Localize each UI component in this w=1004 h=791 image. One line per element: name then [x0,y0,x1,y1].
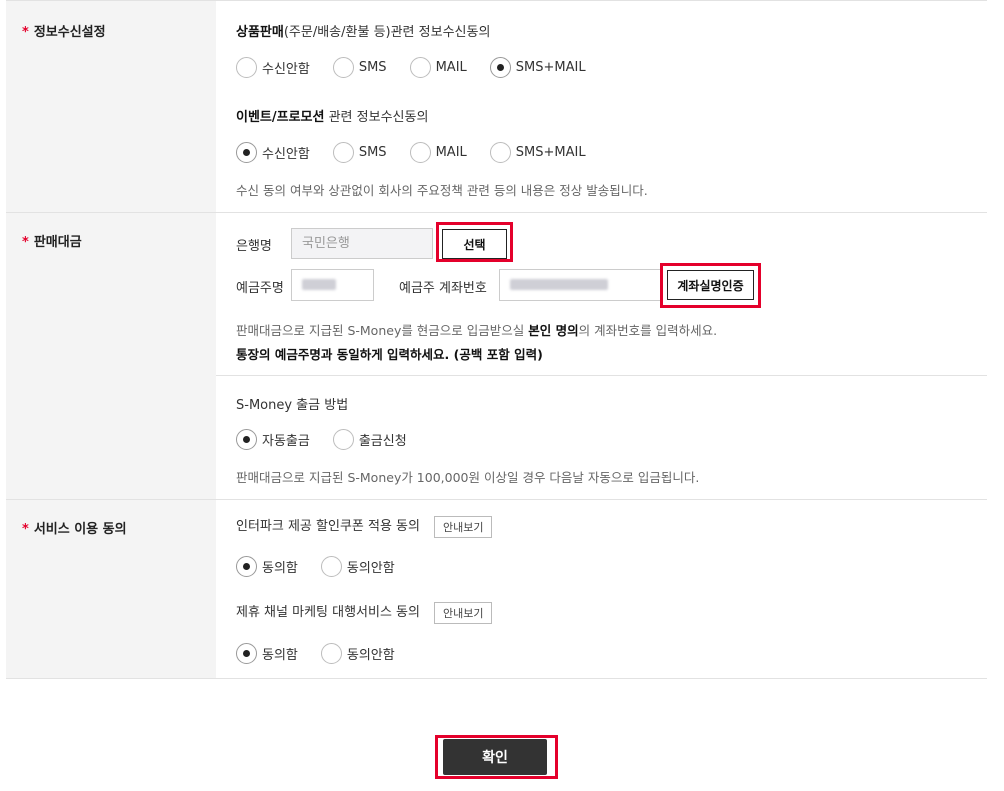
holder-input[interactable] [291,269,374,301]
event-consent-title: 이벤트/프로모션 관련 정보수신동의 [236,106,428,125]
smoney-method-option[interactable]: 자동출금 [236,429,310,450]
holder-label: 예금주명 [236,281,284,296]
notice-text: 판매대금으로 지급된 S-Money를 현금으로 입금받으실 [236,323,529,338]
marketing-consent-option[interactable]: 동의함 [236,643,298,664]
row-info-settings: * 정보수신설정 상품판매(주문/배송/환불 등)관련 정보수신동의 수신안함 SM… [6,1,987,213]
seller-form-table: * 정보수신설정 상품판매(주문/배송/환불 등)관련 정보수신동의 수신안함 SM… [6,0,987,679]
radio-label: SMS+MAIL [515,60,586,75]
service-content: 인터파크 제공 할인쿠폰 적용 동의 안내보기 동의함 동의안함 제휴 채널 마케팅… [216,500,987,678]
radio-label: 동의함 [262,648,298,663]
bank-label: 은행명 [236,239,272,254]
notice-text: 의 계좌번호를 입력하세요. [578,323,718,338]
radio-button[interactable] [236,57,257,78]
section-divider [216,375,987,376]
title-text: 인터파크 제공 할인쿠폰 적용 동의 [236,519,420,534]
account-label: 예금주 계좌번호 [399,281,487,296]
bank-input[interactable]: 국민은행 [291,228,433,259]
smoney-method-option[interactable]: 출금신청 [332,429,407,450]
coupon-consent-radios: 동의함 동의안함 [236,556,418,577]
radio-label: MAIL [435,145,467,160]
event-consent-option[interactable]: SMS+MAIL [489,142,586,163]
sale-consent-option[interactable]: MAIL [409,57,467,78]
radio-label: 동의안함 [346,561,395,576]
coupon-info-button[interactable]: 안내보기 [433,515,493,538]
event-consent-option[interactable]: 수신안함 [236,142,310,163]
marketing-info-button[interactable]: 안내보기 [433,601,493,624]
radio-button[interactable] [489,57,511,78]
sale-consent-title: 상품판매(주문/배송/환불 등)관련 정보수신동의 [236,21,490,40]
marketing-consent-radios: 동의함 동의안함 [236,643,418,664]
label-cell: * 서비스 이용 동의 [6,500,216,678]
sale-consent-option[interactable]: SMS+MAIL [489,57,586,78]
row-label-payment: * 판매대금 [22,231,82,250]
radio-label: SMS+MAIL [515,145,586,160]
sale-consent-option[interactable]: SMS [332,57,387,78]
info-notice: 수신 동의 여부와 상관없이 회사의 주요정책 관련 등의 내용은 정상 발송됩… [236,183,648,198]
required-mark: * [22,25,29,40]
radio-button[interactable] [236,643,257,664]
label-text: 서비스 이용 동의 [33,522,127,537]
radio-button[interactable] [489,142,511,163]
row-payment: * 판매대금 은행명 국민은행 선택 예금주명 예금주 계좌번호 계좌실명인증 판… [6,213,987,500]
label-cell: * 판매대금 [6,213,216,499]
radio-button[interactable] [236,142,257,163]
smoney-notice: 판매대금으로 지급된 S-Money가 100,000원 이상일 경우 다음날 … [236,470,700,485]
marketing-consent-title: 제휴 채널 마케팅 대행서비스 동의 안내보기 [236,601,493,624]
row-label-service: * 서비스 이용 동의 [22,518,127,537]
payment-content: 은행명 국민은행 선택 예금주명 예금주 계좌번호 계좌실명인증 판매대금으로 … [216,213,987,499]
radio-button[interactable] [332,142,354,163]
radio-label: 동의함 [262,561,298,576]
radio-button[interactable] [332,57,354,78]
radio-label: 동의안함 [346,648,395,663]
label-cell: * 정보수신설정 [6,1,216,212]
coupon-consent-option[interactable]: 동의함 [236,556,298,577]
coupon-consent-option[interactable]: 동의안함 [320,556,395,577]
info-content: 상품판매(주문/배송/환불 등)관련 정보수신동의 수신안함 SMS MAIL SMS… [216,1,987,212]
row-label-info: * 정보수신설정 [22,21,106,40]
notice-bold: 본인 명의 [528,323,579,338]
title-rest: 관련 정보수신동의 [324,110,429,125]
event-consent-radios: 수신안함 SMS MAIL SMS+MAIL [236,142,609,163]
label-text: 판매대금 [33,235,82,250]
sale-consent-radios: 수신안함 SMS MAIL SMS+MAIL [236,57,609,78]
radio-label: 수신안함 [262,147,310,162]
title-rest: (주문/배송/환불 등)관련 정보수신동의 [283,25,491,40]
masked-value [510,279,608,290]
radio-button[interactable] [320,643,342,664]
title-text: 제휴 채널 마케팅 대행서비스 동의 [236,605,420,620]
radio-label: 출금신청 [358,434,407,449]
confirm-button[interactable]: 확인 [443,739,547,775]
account-number-input[interactable] [499,269,661,301]
masked-value [302,279,336,290]
event-consent-option[interactable]: MAIL [409,142,467,163]
radio-button[interactable] [409,57,431,78]
event-consent-option[interactable]: SMS [332,142,387,163]
payment-notice-2: 통장의 예금주명과 동일하게 입력하세요. (공백 포함 입력) [236,344,543,363]
radio-button[interactable] [320,556,342,577]
radio-label: 자동출금 [262,434,310,449]
radio-label: MAIL [435,60,467,75]
radio-button[interactable] [332,429,354,450]
coupon-consent-title: 인터파크 제공 할인쿠폰 적용 동의 안내보기 [236,515,493,538]
smoney-title: S-Money 출금 방법 [236,398,349,413]
radio-label: 수신안함 [262,62,310,77]
required-mark: * [22,522,29,537]
sale-consent-option[interactable]: 수신안함 [236,57,310,78]
payment-notice-1: 판매대금으로 지급된 S-Money를 현금으로 입금받으실 본인 명의의 계좌… [236,320,717,339]
radio-button[interactable] [236,556,257,577]
account-verify-button[interactable]: 계좌실명인증 [667,270,754,300]
label-text: 정보수신설정 [33,25,106,40]
notice-bold: 통장의 예금주명과 동일하게 입력하세요. (공백 포함 입력) [236,347,543,362]
radio-label: SMS [358,60,387,75]
radio-label: SMS [358,145,387,160]
title-bold: 상품판매 [236,25,284,40]
radio-button[interactable] [409,142,431,163]
marketing-consent-option[interactable]: 동의안함 [320,643,395,664]
radio-button[interactable] [236,429,257,450]
title-bold: 이벤트/프로모션 [236,110,325,125]
bank-select-button[interactable]: 선택 [442,229,507,259]
required-mark: * [22,235,29,250]
row-service: * 서비스 이용 동의 인터파크 제공 할인쿠폰 적용 동의 안내보기 동의함 동의안… [6,500,987,679]
smoney-radios: 자동출금 출금신청 [236,429,430,450]
